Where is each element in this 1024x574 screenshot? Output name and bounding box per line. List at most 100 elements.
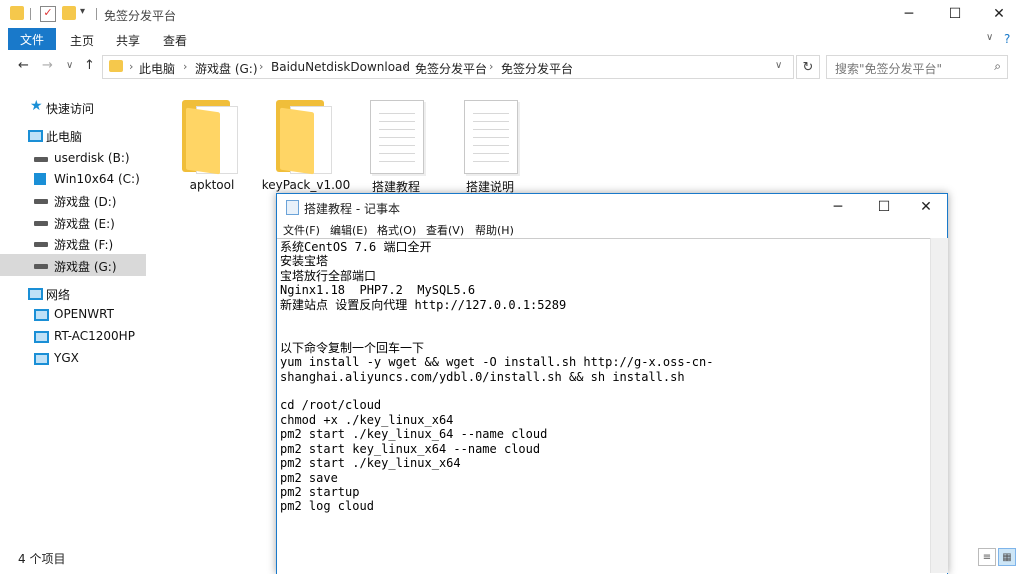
- notepad-menubar: 文件(F) 编辑(E) 格式(O) 查看(V) 帮助(H): [277, 220, 947, 238]
- search-icon[interactable]: ⌕: [994, 59, 1001, 74]
- details-view-icon[interactable]: ≡: [978, 548, 996, 566]
- chevron-down-icon[interactable]: ∨: [775, 60, 782, 71]
- close-button[interactable]: ✕: [903, 194, 949, 220]
- nav-network-rt-ac1200hp[interactable]: RT-AC1200HP: [0, 325, 146, 347]
- menu-view[interactable]: 查看(V): [426, 222, 464, 238]
- notepad-text-area[interactable]: 系统CentOS 7.6 端口全开 安装宝塔 宝塔放行全部端口 Nginx1.1…: [277, 238, 947, 574]
- nav-label: 此电脑: [46, 130, 83, 144]
- drive-icon: [34, 221, 48, 226]
- computer-icon: [34, 353, 49, 365]
- breadcrumb-item[interactable]: 免签分发平台: [501, 60, 573, 77]
- maximize-button[interactable]: ☐: [861, 194, 907, 220]
- window-title: 免签分发平台: [104, 9, 177, 23]
- file-item-text[interactable]: 搭建教程: [356, 94, 436, 194]
- minimize-button[interactable]: ─: [815, 194, 861, 220]
- back-arrow-icon[interactable]: ←: [18, 58, 29, 73]
- nav-network-openwrt[interactable]: OPENWRT: [0, 303, 146, 325]
- ribbon: 文件 主页 共享 查看 ∨ ?: [0, 28, 1024, 51]
- chevron-right-icon: ›: [129, 60, 134, 73]
- large-icons-view-icon[interactable]: ▦: [998, 548, 1016, 566]
- item-count: 4 个项目: [18, 552, 66, 566]
- forward-arrow-icon[interactable]: →: [42, 58, 53, 73]
- folder-icon: [109, 60, 123, 72]
- menu-help[interactable]: 帮助(H): [475, 222, 514, 238]
- notepad-title: 搭建教程 - 记事本: [304, 202, 400, 216]
- breadcrumb-item[interactable]: BaiduNetdiskDownload: [271, 60, 410, 74]
- nav-network-ygx[interactable]: YGX: [0, 347, 146, 369]
- breadcrumb-item[interactable]: 免签分发平台: [415, 60, 487, 77]
- recent-locations-icon[interactable]: ∨: [66, 60, 73, 71]
- expand-ribbon-icon[interactable]: ∨: [986, 32, 993, 43]
- network-icon: [28, 288, 43, 300]
- nav-drive-b[interactable]: userdisk (B:): [0, 147, 146, 169]
- menu-file[interactable]: 文件(F): [283, 222, 320, 238]
- notepad-window: 搭建教程 - 记事本 ─ ☐ ✕ 文件(F) 编辑(E) 格式(O) 查看(V)…: [276, 193, 948, 574]
- nav-label: 游戏盘 (E:): [54, 217, 115, 231]
- explorer-titlebar: ✓ ▾ 免签分发平台 ─ ☐ ✕: [0, 0, 1024, 28]
- nav-label: 网络: [46, 288, 71, 302]
- notepad-icon: [286, 200, 299, 215]
- computer-icon: [34, 309, 49, 321]
- close-button[interactable]: ✕: [976, 0, 1022, 28]
- computer-icon: [28, 130, 43, 142]
- chevron-right-icon: ›: [489, 60, 494, 73]
- tab-view[interactable]: 查看: [163, 32, 187, 49]
- nav-label: userdisk (B:): [54, 151, 130, 165]
- refresh-button[interactable]: ↻: [796, 55, 820, 79]
- help-icon[interactable]: ?: [1004, 32, 1010, 46]
- customize-toolbar-icon[interactable]: ▾: [80, 6, 94, 20]
- drive-icon: [34, 242, 48, 247]
- nav-drive-g[interactable]: 游戏盘 (G:): [0, 254, 146, 276]
- maximize-button[interactable]: ☐: [932, 0, 978, 28]
- menu-edit[interactable]: 编辑(E): [330, 222, 368, 238]
- nav-drive-d[interactable]: 游戏盘 (D:): [0, 189, 146, 211]
- nav-this-pc[interactable]: 此电脑: [0, 124, 146, 146]
- address-bar[interactable]: › 此电脑 › 游戏盘 (G:) › BaiduNetdiskDownload …: [102, 55, 794, 79]
- nav-network[interactable]: 网络: [0, 282, 146, 304]
- drive-icon: [34, 264, 48, 269]
- up-arrow-icon[interactable]: ↑: [84, 58, 95, 73]
- search-input[interactable]: 搜索"免签分发平台": [835, 60, 942, 77]
- nav-label: YGX: [54, 351, 79, 365]
- file-item-folder[interactable]: keyPack_v1.00: [262, 94, 350, 194]
- nav-quick-access[interactable]: ★ 快速访问: [0, 96, 146, 118]
- folder-icon: [276, 100, 334, 175]
- nav-label: 游戏盘 (F:): [54, 238, 114, 252]
- file-item-text[interactable]: 搭建说明: [450, 94, 530, 194]
- nav-label: RT-AC1200HP: [54, 329, 135, 343]
- nav-label: Win10x64 (C:): [54, 172, 140, 186]
- file-name: keyPack_v1.00: [261, 178, 351, 192]
- nav-drive-f[interactable]: 游戏盘 (F:): [0, 232, 146, 254]
- search-box[interactable]: 搜索"免签分发平台" ⌕: [826, 55, 1008, 79]
- new-folder-icon[interactable]: [62, 6, 76, 20]
- divider: [96, 8, 97, 20]
- chevron-right-icon: ›: [259, 60, 264, 73]
- windows-drive-icon: [34, 173, 46, 185]
- notepad-content[interactable]: 系统CentOS 7.6 端口全开 安装宝塔 宝塔放行全部端口 Nginx1.1…: [280, 240, 713, 514]
- chevron-right-icon: ›: [403, 60, 408, 73]
- tab-home[interactable]: 主页: [70, 32, 94, 49]
- computer-icon: [34, 331, 49, 343]
- divider: [30, 8, 31, 20]
- menu-format[interactable]: 格式(O): [377, 222, 416, 238]
- drive-icon: [34, 199, 48, 204]
- folder-icon: [10, 6, 24, 20]
- properties-icon[interactable]: ✓: [40, 6, 56, 22]
- vertical-scrollbar[interactable]: [930, 238, 948, 573]
- folder-icon: [182, 100, 240, 175]
- tab-share[interactable]: 共享: [116, 32, 140, 49]
- minimize-button[interactable]: ─: [886, 0, 932, 28]
- nav-label: 游戏盘 (G:): [54, 260, 117, 274]
- text-document-icon: [464, 100, 518, 174]
- nav-drive-c[interactable]: Win10x64 (C:): [0, 168, 146, 190]
- nav-drive-e[interactable]: 游戏盘 (E:): [0, 211, 146, 233]
- breadcrumb-item[interactable]: 此电脑: [139, 60, 175, 77]
- breadcrumb-item[interactable]: 游戏盘 (G:): [195, 60, 258, 77]
- chevron-right-icon: ›: [183, 60, 188, 73]
- tab-file[interactable]: 文件: [8, 28, 56, 50]
- file-item-folder[interactable]: apktool: [172, 94, 252, 194]
- notepad-titlebar: 搭建教程 - 记事本 ─ ☐ ✕: [277, 194, 947, 220]
- nav-label: 游戏盘 (D:): [54, 195, 117, 209]
- nav-label: 快速访问: [46, 102, 95, 116]
- file-name: apktool: [189, 178, 235, 192]
